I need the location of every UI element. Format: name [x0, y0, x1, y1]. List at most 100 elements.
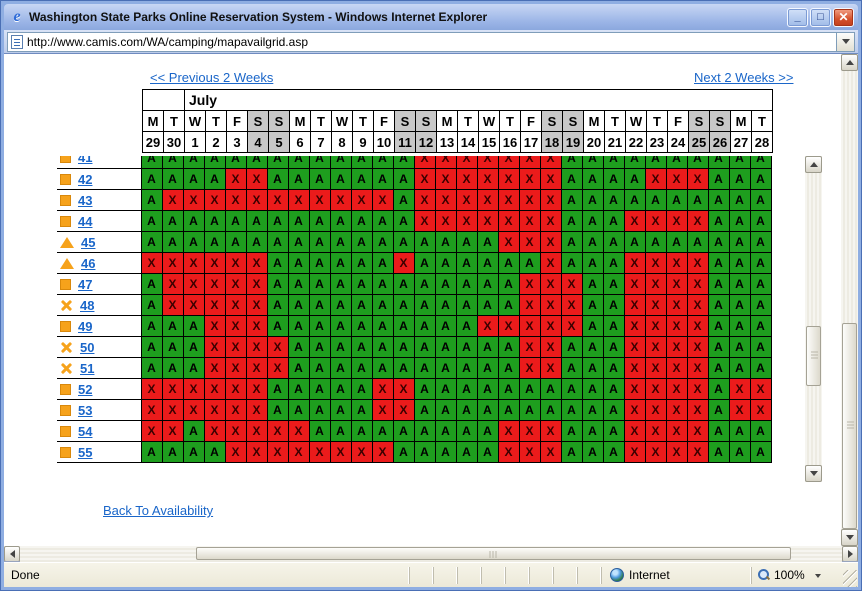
unavailable-cell[interactable]: X: [204, 274, 225, 295]
unavailable-cell[interactable]: X: [645, 358, 666, 379]
unavailable-cell[interactable]: X: [540, 358, 561, 379]
available-cell[interactable]: A: [729, 253, 750, 274]
unavailable-cell[interactable]: X: [309, 442, 330, 463]
unavailable-cell[interactable]: X: [498, 232, 519, 253]
available-cell[interactable]: A: [498, 358, 519, 379]
scroll-track[interactable]: [20, 546, 842, 562]
url-dropdown-button[interactable]: [836, 33, 854, 51]
available-cell[interactable]: A: [603, 421, 624, 442]
unavailable-cell[interactable]: X: [456, 156, 477, 169]
unavailable-cell[interactable]: X: [246, 442, 267, 463]
available-cell[interactable]: A: [624, 190, 645, 211]
available-cell[interactable]: A: [372, 337, 393, 358]
unavailable-cell[interactable]: X: [519, 211, 540, 232]
available-cell[interactable]: A: [267, 316, 288, 337]
unavailable-cell[interactable]: X: [183, 379, 204, 400]
available-cell[interactable]: A: [414, 295, 435, 316]
available-cell[interactable]: A: [477, 337, 498, 358]
available-cell[interactable]: A: [162, 232, 183, 253]
available-cell[interactable]: A: [393, 232, 414, 253]
maximize-button[interactable]: □: [810, 8, 831, 27]
unavailable-cell[interactable]: X: [540, 190, 561, 211]
available-cell[interactable]: A: [393, 316, 414, 337]
available-cell[interactable]: A: [561, 400, 582, 421]
unavailable-cell[interactable]: X: [666, 316, 687, 337]
unavailable-cell[interactable]: X: [729, 400, 750, 421]
available-cell[interactable]: A: [267, 156, 288, 169]
available-cell[interactable]: A: [456, 358, 477, 379]
site-number-link[interactable]: 53: [78, 403, 92, 418]
unavailable-cell[interactable]: X: [645, 337, 666, 358]
available-cell[interactable]: A: [729, 421, 750, 442]
available-cell[interactable]: A: [330, 211, 351, 232]
available-cell[interactable]: A: [561, 169, 582, 190]
unavailable-cell[interactable]: X: [498, 442, 519, 463]
unavailable-cell[interactable]: X: [750, 400, 771, 421]
available-cell[interactable]: A: [498, 295, 519, 316]
available-cell[interactable]: A: [351, 274, 372, 295]
available-cell[interactable]: A: [498, 274, 519, 295]
available-cell[interactable]: A: [330, 358, 351, 379]
url-input[interactable]: http://www.camis.com/WA/camping/mapavail…: [7, 32, 855, 52]
available-cell[interactable]: A: [603, 337, 624, 358]
available-cell[interactable]: A: [351, 156, 372, 169]
unavailable-cell[interactable]: X: [288, 190, 309, 211]
unavailable-cell[interactable]: X: [645, 442, 666, 463]
available-cell[interactable]: A: [561, 211, 582, 232]
available-cell[interactable]: A: [603, 156, 624, 169]
unavailable-cell[interactable]: X: [624, 337, 645, 358]
unavailable-cell[interactable]: X: [561, 274, 582, 295]
unavailable-cell[interactable]: X: [540, 211, 561, 232]
available-cell[interactable]: A: [204, 232, 225, 253]
available-cell[interactable]: A: [288, 169, 309, 190]
available-cell[interactable]: A: [582, 169, 603, 190]
unavailable-cell[interactable]: X: [246, 316, 267, 337]
available-cell[interactable]: A: [414, 232, 435, 253]
unavailable-cell[interactable]: X: [162, 274, 183, 295]
unavailable-cell[interactable]: X: [666, 442, 687, 463]
unavailable-cell[interactable]: X: [645, 400, 666, 421]
available-cell[interactable]: A: [183, 169, 204, 190]
unavailable-cell[interactable]: X: [540, 295, 561, 316]
unavailable-cell[interactable]: X: [225, 442, 246, 463]
unavailable-cell[interactable]: X: [162, 421, 183, 442]
available-cell[interactable]: A: [498, 400, 519, 421]
unavailable-cell[interactable]: X: [204, 253, 225, 274]
available-cell[interactable]: A: [288, 232, 309, 253]
unavailable-cell[interactable]: X: [666, 337, 687, 358]
available-cell[interactable]: A: [183, 337, 204, 358]
unavailable-cell[interactable]: X: [246, 169, 267, 190]
available-cell[interactable]: A: [582, 211, 603, 232]
unavailable-cell[interactable]: X: [393, 400, 414, 421]
unavailable-cell[interactable]: X: [519, 232, 540, 253]
unavailable-cell[interactable]: X: [687, 274, 708, 295]
available-cell[interactable]: A: [351, 211, 372, 232]
available-cell[interactable]: A: [603, 253, 624, 274]
close-button[interactable]: ✕: [833, 8, 854, 27]
site-number-link[interactable]: 45: [81, 235, 95, 250]
available-cell[interactable]: A: [603, 316, 624, 337]
available-cell[interactable]: A: [162, 316, 183, 337]
available-cell[interactable]: A: [288, 337, 309, 358]
available-cell[interactable]: A: [372, 156, 393, 169]
available-cell[interactable]: A: [288, 211, 309, 232]
available-cell[interactable]: A: [624, 169, 645, 190]
available-cell[interactable]: A: [288, 379, 309, 400]
available-cell[interactable]: A: [540, 379, 561, 400]
available-cell[interactable]: A: [393, 337, 414, 358]
site-number-link[interactable]: 47: [78, 277, 92, 292]
unavailable-cell[interactable]: X: [624, 211, 645, 232]
available-cell[interactable]: A: [729, 295, 750, 316]
available-cell[interactable]: A: [708, 190, 729, 211]
available-cell[interactable]: A: [456, 442, 477, 463]
available-cell[interactable]: A: [246, 211, 267, 232]
unavailable-cell[interactable]: X: [645, 379, 666, 400]
available-cell[interactable]: A: [267, 274, 288, 295]
unavailable-cell[interactable]: X: [204, 337, 225, 358]
unavailable-cell[interactable]: X: [687, 442, 708, 463]
available-cell[interactable]: A: [393, 358, 414, 379]
available-cell[interactable]: A: [330, 337, 351, 358]
available-cell[interactable]: A: [729, 358, 750, 379]
available-cell[interactable]: A: [204, 169, 225, 190]
unavailable-cell[interactable]: X: [246, 400, 267, 421]
